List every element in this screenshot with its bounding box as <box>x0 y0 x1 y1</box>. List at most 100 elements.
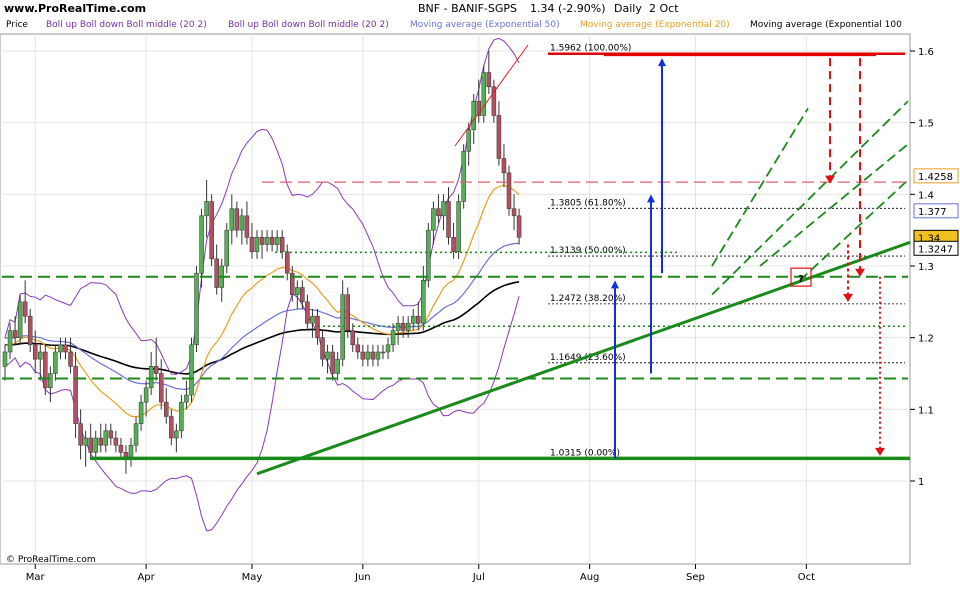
candle <box>390 330 396 346</box>
candle <box>48 373 53 389</box>
candle <box>204 201 209 217</box>
y-tick-label: 1.3 <box>918 262 934 273</box>
candle <box>451 237 456 252</box>
price-tag-label: 1.3247 <box>918 244 953 255</box>
candle <box>511 208 517 217</box>
candle <box>279 237 285 252</box>
x-tick-label: Apr <box>137 572 155 583</box>
candle <box>365 351 371 360</box>
candle <box>370 351 376 360</box>
candle <box>32 344 38 360</box>
candle <box>63 344 68 353</box>
candle <box>345 294 350 331</box>
candle <box>143 387 149 403</box>
candle <box>234 208 240 231</box>
candle <box>138 401 144 424</box>
price-chart[interactable]: www.ProRealTime.com BNF - BANIF-SGPS 1.3… <box>0 0 960 600</box>
fib-label: 1.3805 (61.80%) <box>550 198 626 208</box>
candle <box>214 258 219 288</box>
plot-area: 1.5962 (100.00%) 1.3805 (61.80%) 1.3139 (5… <box>0 33 911 565</box>
copyright: © ProRealTime.com <box>6 555 96 565</box>
x-tick-label: Mar <box>26 572 46 583</box>
candle <box>53 351 58 374</box>
candle <box>153 366 159 374</box>
candle <box>27 315 33 346</box>
candle <box>456 201 461 252</box>
candle <box>335 358 340 374</box>
candle <box>68 351 73 367</box>
candle <box>426 229 431 281</box>
legend-item: Moving average (Exponential 50) <box>410 20 560 30</box>
y-tick-label: 1.6 <box>918 47 934 58</box>
candle <box>43 351 48 389</box>
y-tick-label: 1 <box>918 477 924 488</box>
legend-item: Boll up Boll down Boll middle (20 2) <box>228 20 389 30</box>
candle <box>295 287 300 295</box>
candle <box>325 351 330 360</box>
candle <box>300 287 305 303</box>
candle <box>471 100 476 131</box>
candle <box>249 237 255 252</box>
indicator-legend: Price Boll up Boll down Boll middle (20 2… <box>6 20 902 30</box>
candle <box>375 351 381 360</box>
legend-item: Moving average (Exponential 20) <box>580 20 730 30</box>
period: Daily <box>614 2 642 15</box>
candle <box>22 301 28 317</box>
candle <box>88 437 93 453</box>
candle <box>98 437 104 446</box>
site-logo[interactable]: www.ProRealTime.com <box>4 2 146 15</box>
candle <box>229 208 235 231</box>
candle <box>491 86 497 116</box>
candle <box>431 208 436 231</box>
candle <box>355 344 361 353</box>
candle <box>93 437 98 453</box>
y-tick-label: 1.4 <box>918 190 934 201</box>
candle <box>516 215 522 238</box>
candle <box>305 301 310 324</box>
candle <box>380 351 386 354</box>
candle <box>239 215 245 231</box>
legend-item: Boll up Boll down Boll middle (20 2) <box>46 20 207 30</box>
x-tick-label: Jun <box>354 572 371 583</box>
candle <box>416 315 421 324</box>
candle <box>446 201 451 238</box>
candle <box>73 366 78 424</box>
fib-label: 1.5962 (100.00%) <box>550 44 631 54</box>
candle <box>184 394 189 403</box>
candle <box>244 215 250 238</box>
candle <box>461 151 466 202</box>
candle <box>224 229 230 267</box>
candle <box>254 237 260 252</box>
chart-title: BNF - BANIF-SGPS 1.34 (-2.90%) Daily 2 O… <box>418 2 679 15</box>
candle <box>310 315 315 324</box>
candle <box>158 373 164 403</box>
candle <box>496 115 502 159</box>
candle <box>78 423 83 446</box>
legend-item: Moving average (Exponential 100 <box>750 20 902 30</box>
candle <box>2 351 8 367</box>
candle <box>259 237 265 245</box>
candle <box>174 430 179 439</box>
y-tick-label: 1.5 <box>918 119 934 130</box>
candle <box>330 351 335 374</box>
legend-item: Price <box>6 20 28 30</box>
candle <box>148 366 154 389</box>
candle <box>164 401 169 417</box>
candle <box>179 401 184 432</box>
title-text: BNF - BANIF-SGPS <box>418 2 517 15</box>
x-tick-label: Oct <box>798 572 815 583</box>
candle <box>360 351 366 360</box>
price-tags: 1.42581.3771.341.3247 <box>913 168 959 256</box>
candle <box>194 272 199 346</box>
candle <box>12 330 18 338</box>
candle <box>421 280 426 324</box>
candle <box>274 237 280 245</box>
candle <box>169 416 174 439</box>
candle <box>481 72 487 116</box>
x-tick-label: Aug <box>580 572 600 583</box>
candle <box>209 201 214 260</box>
candle <box>506 172 512 209</box>
price-tag-label: 1.4258 <box>918 172 953 183</box>
candle <box>269 237 275 245</box>
fib-label: 1.3139 (50.00%) <box>550 246 626 256</box>
